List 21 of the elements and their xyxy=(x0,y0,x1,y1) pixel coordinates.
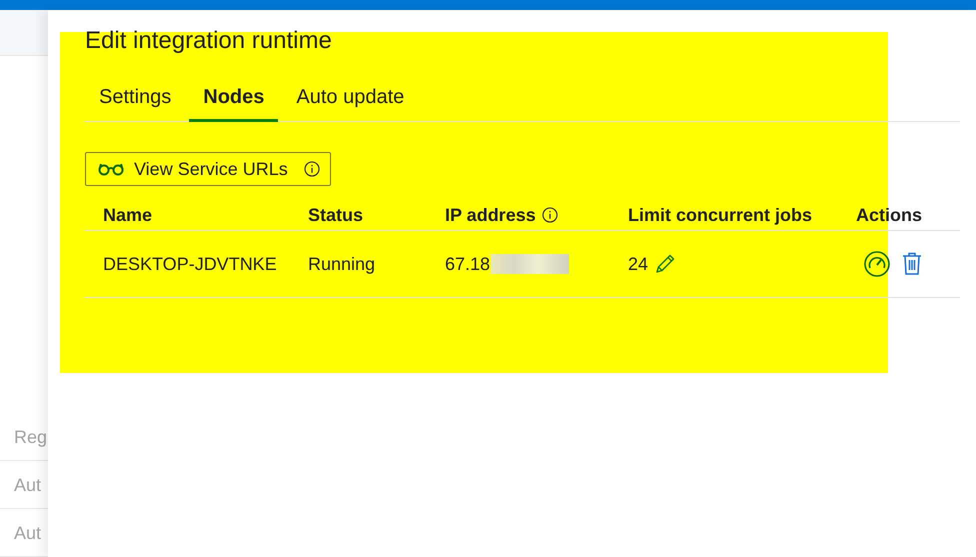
edit-icon[interactable] xyxy=(654,253,676,275)
panel-title: Edit integration runtime xyxy=(85,26,333,56)
column-header: Name xyxy=(103,204,152,226)
table-cell: 67.18 xyxy=(445,254,490,274)
column-header: IP address xyxy=(445,204,536,226)
column-header: Reg xyxy=(0,413,48,461)
gauge-icon[interactable] xyxy=(864,251,890,277)
column-header: Limit concurrent jobs xyxy=(628,204,812,226)
info-icon xyxy=(304,161,320,177)
table-cell: DESKTOP-JDVTNKE xyxy=(103,254,277,274)
table-cell: Running xyxy=(308,254,376,274)
delete-icon[interactable] xyxy=(902,252,922,276)
view-service-urls-button[interactable]: View Service URLs xyxy=(85,152,331,186)
glasses-icon xyxy=(98,162,124,176)
table-cell: 24 xyxy=(628,254,648,274)
tab[interactable]: Settings xyxy=(85,80,186,122)
table-cell: Aut xyxy=(0,509,48,557)
column-header: Status xyxy=(308,204,364,226)
tab[interactable]: Nodes xyxy=(189,80,278,122)
table-cell: Aut xyxy=(0,461,48,509)
tab[interactable]: Auto update xyxy=(282,80,418,122)
